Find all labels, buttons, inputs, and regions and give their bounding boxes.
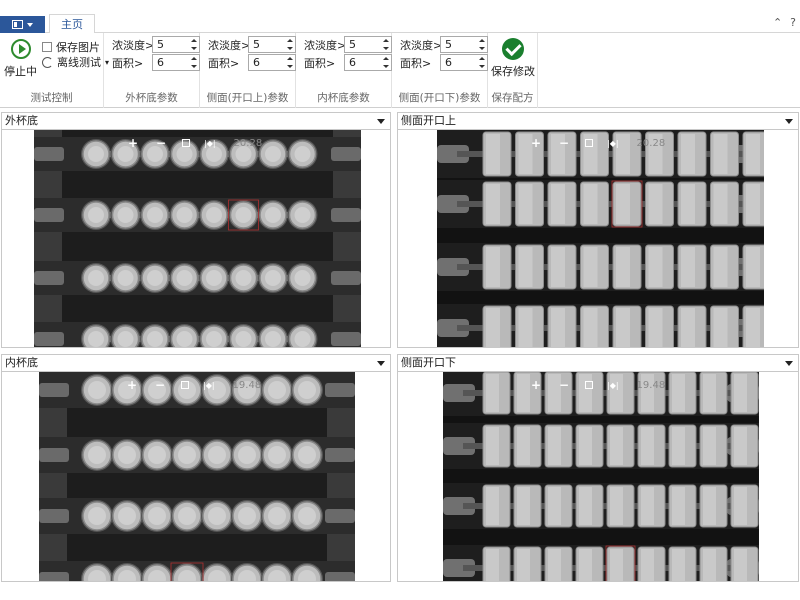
actual-size-icon[interactable]: |◆| [203, 381, 215, 390]
spinner-arrows-icon[interactable] [287, 56, 293, 69]
zoom-level: 20.28 [233, 137, 263, 149]
app-menu-button[interactable] [0, 16, 45, 33]
camera-view[interactable]: + − |◆| 20.28 [34, 130, 361, 347]
group-title: 测试控制 [30, 92, 73, 104]
chevron-down-icon [27, 22, 33, 27]
fit-window-icon[interactable] [585, 381, 593, 389]
panel-title: 侧面开口下 [401, 356, 456, 369]
fit-window-icon[interactable] [585, 139, 593, 147]
zoom-out-icon[interactable]: − [153, 378, 167, 392]
density-label: 浓淡度> [400, 38, 443, 52]
image-toolbar: + − |◆| 20.28 [126, 136, 262, 150]
spinner-arrows-icon[interactable] [287, 38, 293, 51]
density-spinner[interactable]: 5 [248, 36, 296, 53]
group-title: 外杯底参数 [125, 92, 178, 104]
image-toolbar: + − |◆| 19.48 [529, 378, 665, 392]
checkbox-icon [42, 42, 52, 52]
dropdown-icon[interactable] [785, 119, 793, 124]
panel-inner-bottom: 内杯底 + − |◆| 19.48 [1, 354, 391, 582]
density-spinner[interactable]: 5 [344, 36, 392, 53]
density-label: 浓淡度> [304, 38, 347, 52]
camera-view[interactable]: + − |◆| 19.48 [443, 372, 759, 581]
area-label: 面积> [208, 56, 240, 70]
spinner-arrows-icon[interactable] [479, 56, 485, 69]
group-side-bottom: 浓淡度> 5 面积> 6 侧面(开口下)参数 [392, 33, 488, 108]
zoom-level: 19.48 [636, 379, 666, 391]
actual-size-icon[interactable]: |◆| [607, 139, 619, 148]
group-side-top: 浓淡度> 5 面积> 6 侧面(开口上)参数 [200, 33, 296, 108]
density-spinner[interactable]: 5 [440, 36, 488, 53]
zoom-in-icon[interactable]: + [125, 378, 139, 392]
panel-side-bottom: 侧面开口下 + − |◆| 19.48 [397, 354, 799, 582]
dropdown-icon[interactable] [377, 119, 385, 124]
help-icon[interactable]: ? [790, 16, 796, 29]
camera-view[interactable]: + − |◆| 19.48 [39, 372, 355, 581]
zoom-out-icon[interactable]: − [557, 378, 571, 392]
group-outer-bottom: 浓淡度> 5 面积> 6 外杯底参数 [104, 33, 200, 108]
panel-outer-bottom: 外杯底 + − |◆| 20.28 [1, 112, 391, 348]
density-label: 浓淡度> [112, 38, 155, 52]
group-save-recipe: 保存修改 保存配方 [488, 33, 538, 108]
area-spinner[interactable]: 6 [344, 54, 392, 71]
panel-title: 侧面开口上 [401, 114, 456, 127]
stop-button[interactable]: 停止中 [4, 39, 37, 79]
panel-side-top: 侧面开口上 + − |◆| 20.28 [397, 112, 799, 348]
fit-window-icon[interactable] [181, 381, 189, 389]
zoom-out-icon[interactable]: − [154, 136, 168, 150]
actual-size-icon[interactable]: |◆| [204, 139, 216, 148]
area-label: 面积> [304, 56, 336, 70]
play-icon [10, 39, 31, 59]
group-title: 保存配方 [491, 92, 534, 104]
spinner-arrows-icon[interactable] [383, 38, 389, 51]
save-image-checkbox[interactable]: 保存图片 [42, 39, 100, 55]
panel-title: 外杯底 [5, 114, 38, 127]
area-label: 面积> [112, 56, 144, 70]
collapse-ribbon-icon[interactable]: ⌃ [773, 16, 782, 29]
zoom-in-icon[interactable]: + [126, 136, 140, 150]
actual-size-icon[interactable]: |◆| [607, 381, 619, 390]
group-title: 侧面(开口下)参数 [398, 92, 481, 104]
zoom-in-icon[interactable]: + [529, 378, 543, 392]
window-icon [12, 20, 23, 29]
image-toolbar: + − |◆| 19.48 [125, 378, 261, 392]
zoom-out-icon[interactable]: − [557, 136, 571, 150]
group-test-control: 停止中 保存图片 离线测试 ▾ 测试控制 [0, 33, 109, 108]
density-spinner[interactable]: 5 [152, 36, 200, 53]
save-changes-button[interactable]: 保存修改 [491, 38, 535, 79]
tab-home[interactable]: 主页 [49, 14, 95, 34]
density-label: 浓淡度> [208, 38, 251, 52]
offline-test-button[interactable]: 离线测试 ▾ [42, 54, 109, 70]
group-title: 侧面(开口上)参数 [206, 92, 289, 104]
zoom-level: 19.48 [232, 379, 262, 391]
zoom-level: 20.28 [636, 137, 666, 149]
dropdown-icon[interactable] [785, 361, 793, 366]
fit-window-icon[interactable] [182, 139, 190, 147]
image-toolbar: + − |◆| 20.28 [529, 136, 665, 150]
ribbon-tab-bar: 主页 ⌃ ? [0, 0, 800, 34]
camera-view[interactable]: + − |◆| 20.28 [437, 130, 764, 347]
dropdown-icon[interactable] [377, 361, 385, 366]
ribbon: 停止中 保存图片 离线测试 ▾ 测试控制 浓淡度> 5 面积> 6 外杯底参数 … [0, 33, 800, 108]
spinner-arrows-icon[interactable] [383, 56, 389, 69]
area-spinner[interactable]: 6 [152, 54, 200, 71]
check-icon [502, 38, 524, 60]
group-title: 内杯底参数 [317, 92, 370, 104]
area-label: 面积> [400, 56, 432, 70]
spinner-arrows-icon[interactable] [479, 38, 485, 51]
spinner-arrows-icon[interactable] [191, 56, 197, 69]
area-spinner[interactable]: 6 [440, 54, 488, 71]
panel-title: 内杯底 [5, 356, 38, 369]
refresh-icon [42, 56, 53, 68]
zoom-in-icon[interactable]: + [529, 136, 543, 150]
area-spinner[interactable]: 6 [248, 54, 296, 71]
group-inner-bottom: 浓淡度> 5 面积> 6 内杯底参数 [296, 33, 392, 108]
spinner-arrows-icon[interactable] [191, 38, 197, 51]
